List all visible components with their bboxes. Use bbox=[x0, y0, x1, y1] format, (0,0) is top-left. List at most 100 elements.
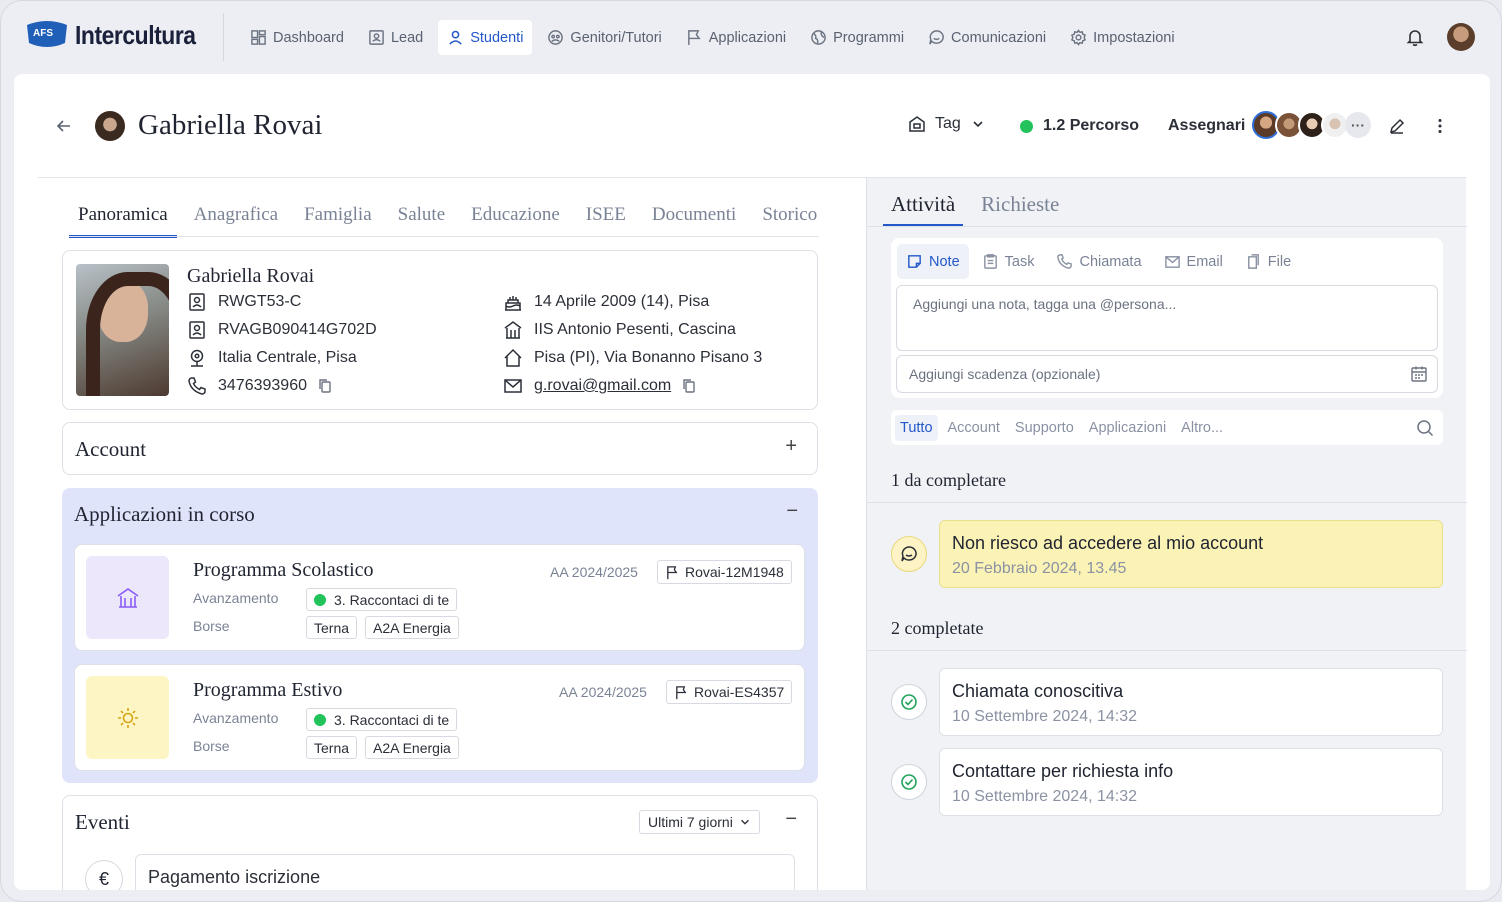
completed-task[interactable]: Chiamata conoscitiva 10 Settembre 2024, … bbox=[939, 668, 1443, 736]
note-input[interactable]: Aggiungi una nota, tagga una @persona... bbox=[896, 285, 1438, 351]
tab-panoramica[interactable]: Panoramica bbox=[69, 198, 177, 238]
back-arrow-icon[interactable] bbox=[54, 116, 74, 136]
calendar-icon[interactable] bbox=[1410, 365, 1428, 383]
status-label: 1.2 Percorso bbox=[1043, 117, 1140, 134]
nav-item-comunicazioni[interactable]: Comunicazioni bbox=[919, 20, 1055, 55]
tab-famiglia[interactable]: Famiglia bbox=[295, 198, 381, 238]
note-icon bbox=[908, 255, 921, 268]
nav-item-applicazioni[interactable]: Applicazioni bbox=[677, 20, 795, 55]
completed-task[interactable]: Contattare per richiesta info 10 Settemb… bbox=[939, 748, 1443, 816]
app-window: AFS Intercultura Dashboard Lead Studenti… bbox=[0, 0, 1502, 902]
application-card[interactable]: Programma Estivo Avanzamento Borse 3. Ra… bbox=[74, 664, 805, 771]
events-section: Eventi Ultimi 7 giorni − € Pagamento isc… bbox=[62, 795, 818, 890]
copy-icon[interactable] bbox=[317, 378, 333, 394]
sun-icon bbox=[117, 707, 138, 728]
nav-item-genitori[interactable]: Genitori/Tutori bbox=[538, 20, 670, 55]
tab-documenti[interactable]: Documenti bbox=[643, 198, 745, 238]
dashboard-icon bbox=[251, 30, 266, 45]
composer-tab-task[interactable]: Task bbox=[973, 244, 1044, 279]
brand-logo[interactable]: AFS Intercultura bbox=[25, 19, 212, 51]
tab-attivita[interactable]: Attività bbox=[883, 186, 964, 227]
composer-tab-call[interactable]: Chiamata bbox=[1047, 244, 1150, 279]
event-item[interactable]: Pagamento iscrizione bbox=[135, 854, 795, 890]
status-dot-icon bbox=[1020, 119, 1033, 133]
collapse-applications-button[interactable]: − bbox=[786, 500, 798, 523]
composer-tab-label: File bbox=[1267, 253, 1292, 270]
filter-tutto[interactable]: Tutto bbox=[895, 414, 938, 441]
filter-altro[interactable]: Altro... bbox=[1176, 415, 1228, 441]
nav-item-programmi[interactable]: Programmi bbox=[801, 20, 913, 55]
task-title: Chiamata conoscitiva bbox=[952, 681, 1124, 701]
id-badge-icon bbox=[189, 293, 205, 311]
filter-supporto[interactable]: Supporto bbox=[1010, 415, 1079, 441]
filter-applicazioni[interactable]: Applicazioni bbox=[1084, 415, 1171, 441]
composer-tab-file[interactable]: File bbox=[1236, 244, 1300, 279]
profile-email-link[interactable]: g.rovai@gmail.com bbox=[534, 377, 671, 395]
nav-item-lead[interactable]: Lead bbox=[359, 20, 432, 55]
add-account-button[interactable]: + bbox=[785, 435, 797, 458]
lead-icon bbox=[369, 30, 384, 45]
profile-region: Italia Centrale, Pisa bbox=[218, 349, 357, 366]
application-icon bbox=[86, 676, 169, 759]
flag-icon bbox=[676, 685, 687, 699]
composer-tab-label: Email bbox=[1186, 253, 1223, 270]
nav-item-studenti[interactable]: Studenti bbox=[438, 20, 533, 55]
user-avatar[interactable] bbox=[1447, 23, 1475, 51]
tab-richieste[interactable]: Richieste bbox=[973, 186, 1067, 227]
check-circle-icon bbox=[891, 684, 927, 720]
profile-address: Pisa (PI), Via Bonanno Pisano 3 bbox=[534, 349, 763, 366]
due-date-input[interactable]: Aggiungi scadenza (opzionale) bbox=[896, 355, 1438, 393]
profile-code-row: RWGT53-C bbox=[187, 292, 301, 312]
chevron-down-icon bbox=[740, 819, 749, 825]
collapse-events-button[interactable]: − bbox=[785, 808, 797, 831]
events-range-select[interactable]: Ultimi 7 giorni bbox=[639, 810, 760, 834]
pending-task[interactable]: Non riesco ad accedere al mio account 20… bbox=[939, 520, 1443, 588]
tab-storico[interactable]: Storico bbox=[753, 198, 826, 238]
application-code-badge[interactable]: Rovai-12M1948 bbox=[657, 560, 792, 584]
account-title: Account bbox=[75, 437, 147, 461]
more-assignees-icon[interactable]: ··· bbox=[1345, 112, 1371, 138]
applications-section: Applicazioni in corso − Programma Scolas… bbox=[62, 488, 818, 783]
account-section[interactable]: Account + bbox=[62, 422, 818, 475]
application-card[interactable]: Programma Scolastico Avanzamento Borse 3… bbox=[74, 544, 805, 651]
grants-label: Borse bbox=[193, 738, 230, 754]
nav-divider bbox=[223, 13, 224, 61]
nav-label-impostazioni: Impostazioni bbox=[1093, 29, 1175, 46]
nav-item-dashboard[interactable]: Dashboard bbox=[241, 20, 353, 55]
copy-icon[interactable] bbox=[681, 378, 697, 394]
search-icon[interactable] bbox=[1416, 419, 1434, 437]
composer-tab-label: Note bbox=[929, 253, 960, 270]
activity-panel: Attività Richieste Note Task Chiamata Em… bbox=[866, 178, 1467, 890]
assignees-avatars[interactable]: ··· bbox=[1252, 111, 1371, 139]
status-badge[interactable]: 1.2 Percorso bbox=[1020, 117, 1139, 135]
composer-tab-note[interactable]: Note bbox=[897, 244, 969, 279]
progress-label: Avanzamento bbox=[193, 710, 279, 726]
activity-tabs: Attività Richieste bbox=[883, 186, 1077, 227]
more-options-icon[interactable] bbox=[1430, 116, 1450, 136]
tab-educazione[interactable]: Educazione bbox=[462, 198, 569, 238]
grant-badge: A2A Energia bbox=[365, 736, 459, 759]
tab-salute[interactable]: Salute bbox=[389, 198, 455, 238]
nav-item-impostazioni[interactable]: Impostazioni bbox=[1061, 20, 1183, 55]
tab-anagrafica[interactable]: Anagrafica bbox=[185, 198, 287, 238]
edit-icon[interactable] bbox=[1388, 117, 1406, 135]
tab-isee[interactable]: ISEE bbox=[577, 198, 635, 238]
composer-tab-label: Chiamata bbox=[1079, 253, 1142, 270]
tag-dropdown[interactable]: Tag bbox=[907, 114, 985, 134]
grants-label: Borse bbox=[193, 618, 230, 634]
application-code-badge[interactable]: Rovai-ES4357 bbox=[666, 680, 793, 704]
filter-account[interactable]: Account bbox=[943, 415, 1005, 441]
composer-tab-email[interactable]: Email bbox=[1155, 244, 1232, 279]
profile-fiscal-code: RVAGB090414G702D bbox=[218, 321, 377, 338]
status-dot-icon bbox=[314, 593, 326, 606]
school-icon bbox=[504, 321, 522, 339]
brand-name: Intercultura bbox=[75, 19, 196, 50]
nav-menu: Dashboard Lead Studenti Genitori/Tutori … bbox=[241, 20, 1190, 55]
bell-icon[interactable] bbox=[1405, 27, 1425, 47]
progress-step-badge: 3. Raccontaci di te bbox=[306, 588, 458, 611]
globe-icon bbox=[811, 30, 826, 45]
id-card-icon bbox=[189, 321, 205, 339]
detail-header: Gabriella Rovai Tag 1.2 Percorso Assegna… bbox=[14, 74, 1490, 178]
flag-icon bbox=[687, 30, 701, 46]
pending-section-title: 1 da completare bbox=[891, 470, 1006, 490]
